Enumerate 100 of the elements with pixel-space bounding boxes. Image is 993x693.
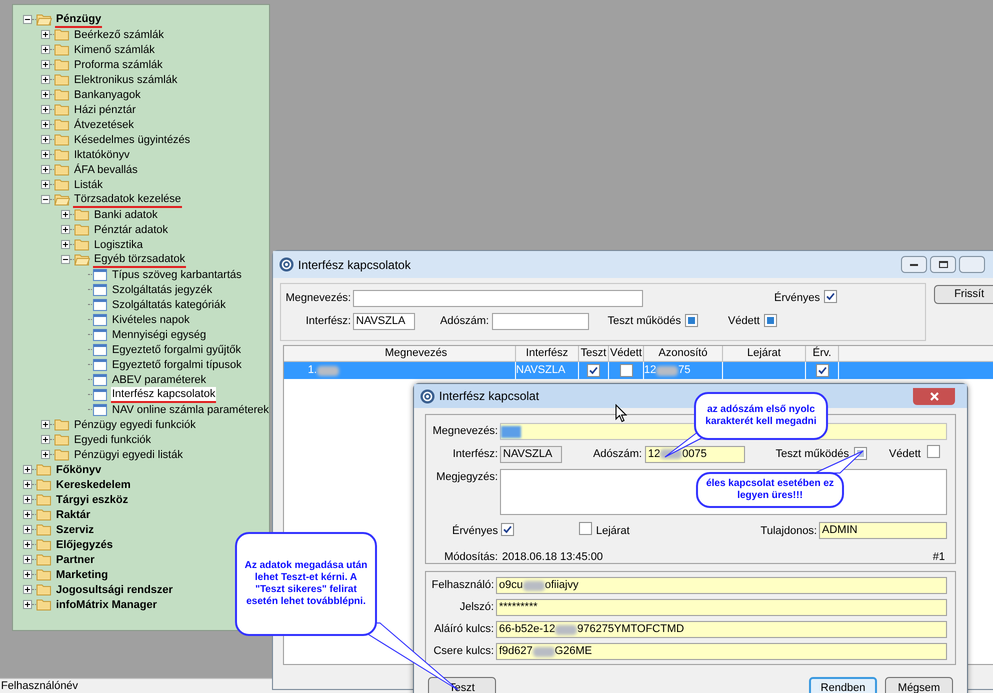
expand-icon[interactable] (41, 135, 50, 144)
interface-field[interactable]: NAVSZLA (500, 446, 562, 463)
tree-item[interactable]: Interfész kapcsolatok (111, 386, 216, 402)
expand-icon[interactable] (41, 165, 50, 174)
tree-item[interactable]: Egyeztető forgalmi gyűjtők (111, 342, 242, 356)
column-header[interactable]: Érv. (806, 346, 839, 361)
tree-item[interactable]: infoMátrix Manager (55, 598, 158, 612)
tree-item[interactable]: Típus szöveg karbantartás (111, 268, 243, 282)
tree-item[interactable]: ABEV paraméterek (111, 372, 208, 386)
expand-icon[interactable] (41, 30, 50, 39)
tree-item[interactable]: Banki adatok (93, 208, 159, 222)
expand-icon[interactable] (23, 495, 32, 504)
checkbox[interactable] (579, 522, 592, 534)
tree-item[interactable]: Szerviz (55, 522, 95, 536)
expand-icon[interactable] (41, 180, 50, 189)
tree-item[interactable]: Késedelmes ügyintézés (73, 132, 192, 146)
expand-icon[interactable] (41, 45, 50, 54)
tree-item[interactable]: Logisztika (93, 238, 144, 252)
credential-field[interactable]: o9cu ofiiajvy (496, 577, 947, 594)
interface-field[interactable]: NAVSZLA (353, 313, 415, 330)
column-header[interactable]: Lejárat (723, 346, 806, 361)
tax-number-field[interactable]: 12 0075 (645, 446, 745, 463)
tree-item[interactable]: Pénztár adatok (93, 222, 169, 236)
expand-icon[interactable] (41, 90, 50, 99)
expand-icon[interactable] (61, 240, 70, 249)
column-header[interactable]: Védett (609, 346, 644, 361)
tree-item[interactable]: Kereskedelem (55, 478, 132, 492)
expand-icon[interactable] (23, 555, 32, 564)
checkbox[interactable] (620, 364, 632, 377)
dialog-button[interactable]: Mégsem (885, 677, 953, 693)
column-header[interactable]: Azonosító (644, 346, 723, 361)
tree-item[interactable]: Törzsadatok kezelése (73, 192, 182, 208)
expand-icon[interactable] (41, 120, 50, 129)
collapse-icon[interactable] (23, 15, 32, 24)
expand-icon[interactable] (41, 75, 50, 84)
tree-item[interactable]: Marketing (55, 568, 109, 582)
expand-icon[interactable] (23, 465, 32, 474)
expand-icon[interactable] (23, 600, 32, 609)
checkbox[interactable] (816, 364, 828, 377)
expand-icon[interactable] (23, 480, 32, 489)
close-button[interactable] (913, 388, 955, 404)
tree-item[interactable]: Listák (73, 178, 104, 192)
tree-item[interactable]: Bankanyagok (73, 88, 142, 102)
tree-item[interactable]: Pénzügy egyedi funkciók (73, 418, 197, 432)
collapse-icon[interactable] (61, 255, 70, 264)
expand-icon[interactable] (23, 585, 32, 594)
credential-field[interactable]: ********* (496, 599, 947, 616)
expand-icon[interactable] (41, 450, 50, 459)
maximize-button[interactable] (930, 256, 956, 273)
expand-icon[interactable] (41, 105, 50, 114)
column-header[interactable]: Teszt (579, 346, 609, 361)
tree-item[interactable]: Kivételes napok (111, 312, 191, 326)
collapse-icon[interactable] (41, 195, 50, 204)
tree-item[interactable]: Kimenő számlák (73, 42, 156, 56)
tree-item[interactable]: Egyéb törzsadatok (93, 252, 186, 268)
tree-item[interactable]: Főkönyv (55, 462, 102, 476)
tree-item[interactable]: NAV online számla paraméterek (111, 402, 270, 416)
checkbox[interactable] (926, 445, 940, 458)
expand-icon[interactable] (41, 150, 50, 159)
tree-item[interactable]: Raktár (55, 508, 92, 522)
minimize-button[interactable] (901, 256, 927, 273)
refresh-button[interactable]: Frissít (934, 285, 993, 304)
expand-icon[interactable] (61, 225, 70, 234)
tree-item[interactable]: Pénzügyi egyedi listák (73, 448, 184, 462)
expand-icon[interactable] (61, 210, 70, 219)
tree-item[interactable]: Mennyiségi egység (111, 328, 208, 342)
tree-item[interactable]: Átvezetések (73, 118, 135, 132)
name-field[interactable] (353, 290, 643, 307)
expand-icon[interactable] (23, 570, 32, 579)
tree-item[interactable]: Elektronikus számlák (73, 72, 178, 86)
column-header[interactable]: Interfész (516, 346, 579, 361)
credential-field[interactable]: f9d627 G26ME (496, 643, 947, 660)
expand-icon[interactable] (41, 435, 50, 444)
tree-item[interactable]: Partner (55, 552, 96, 566)
checkbox[interactable] (587, 364, 600, 377)
checkbox[interactable] (501, 522, 514, 536)
tree-item[interactable]: Egyeztető forgalmi típusok (111, 358, 243, 372)
tree-item[interactable]: Előjegyzés (55, 538, 114, 552)
column-header[interactable]: Megnevezés (317, 346, 516, 361)
tree-item[interactable]: Jogosultsági rendszer (55, 582, 174, 596)
owner-field[interactable]: ADMIN (819, 522, 947, 540)
tree-item[interactable]: Házi pénztár (73, 102, 137, 116)
tree-item[interactable]: Szolgáltatás jegyzék (111, 282, 214, 296)
tree-item[interactable]: Beérkező számlák (73, 28, 165, 42)
tree-item[interactable]: Tárgyi eszköz (55, 492, 130, 506)
tax-number-field[interactable] (492, 313, 589, 330)
expand-icon[interactable] (23, 510, 32, 519)
tree-item[interactable]: Proforma számlák (73, 58, 164, 72)
expand-icon[interactable] (23, 540, 32, 549)
expand-icon[interactable] (41, 420, 50, 429)
expand-icon[interactable] (23, 525, 32, 534)
checkbox[interactable] (824, 290, 837, 304)
tree-item[interactable]: ÁFA bevallás (73, 162, 139, 176)
credential-field[interactable]: 66-b52e-12 976275YMTOFCTMD (496, 621, 947, 638)
tree-item[interactable]: Pénzügy (55, 12, 102, 28)
tree-item[interactable]: Egyedi funkciók (73, 432, 152, 446)
tree-item[interactable]: Szolgáltatás kategóriák (111, 298, 227, 312)
expand-icon[interactable] (41, 60, 50, 69)
checkbox[interactable] (685, 314, 698, 328)
checkbox[interactable] (764, 314, 777, 328)
